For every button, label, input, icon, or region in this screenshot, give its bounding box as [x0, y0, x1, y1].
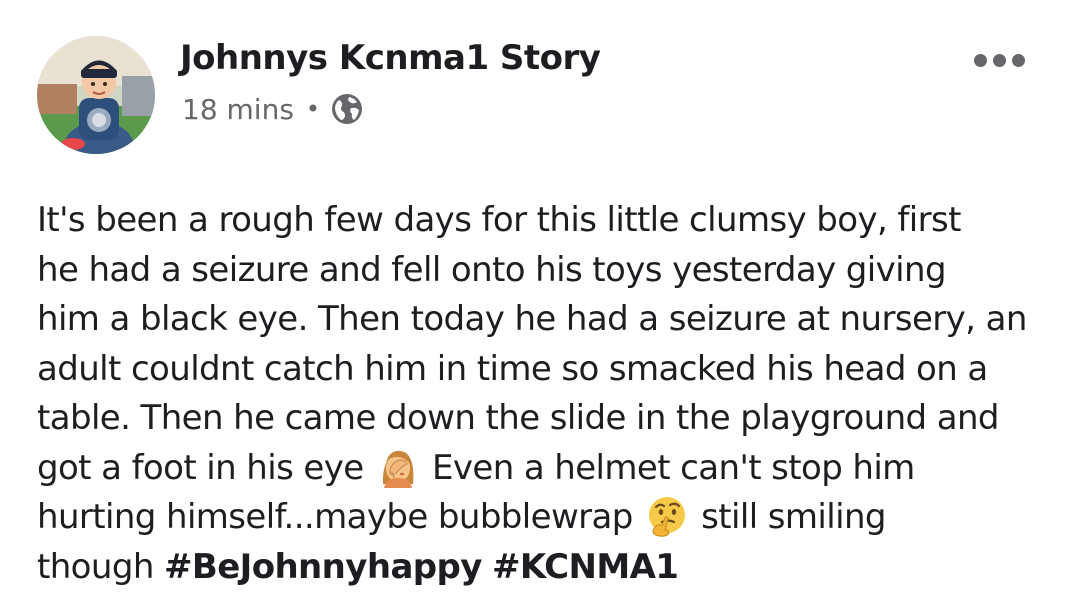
message-text: got a foot in his eye [37, 447, 374, 488]
hashtag-link[interactable]: #BeJohnnyhappy [164, 547, 482, 587]
message-line: though #BeJohnnyhappy #KCNMA1 [37, 543, 1047, 593]
thinking-face-emoji [645, 494, 689, 538]
message-text: Even a helmet can't stop him [421, 447, 915, 488]
globe-icon[interactable] [330, 92, 364, 126]
meta-separator: • [305, 95, 321, 123]
message-line: It's been a rough few days for this litt… [37, 200, 961, 240]
message-line: table. Then he came down the slide in th… [37, 398, 1000, 438]
post-message: It's been a rough few days for this litt… [37, 196, 1047, 592]
message-text: still smiling [690, 497, 886, 537]
message-line: he had a seizure and fell onto his toys … [37, 249, 947, 290]
message-line: adult couldnt catch him in time so smack… [37, 348, 988, 389]
more-options-button[interactable] [968, 40, 1030, 80]
message-line: hurting himself...maybe bubblewrap still… [37, 493, 1047, 543]
post-card: Johnnys Kcnma1 Story 18 mins • It's been… [0, 0, 1080, 594]
message-line: got a foot in his eye Even a helmet can'… [37, 444, 1047, 494]
avatar[interactable] [37, 36, 155, 154]
author-name[interactable]: Johnnys Kcnma1 Story [180, 36, 601, 80]
hashtag-link[interactable]: #KCNMA1 [492, 547, 679, 587]
message-text: hurting himself...maybe bubblewrap [37, 497, 643, 537]
post-timestamp[interactable]: 18 mins [182, 93, 294, 126]
more-options-icon [973, 53, 987, 67]
post-meta: 18 mins • [182, 88, 364, 130]
face-palm-emoji [376, 444, 420, 488]
message-text: though [37, 546, 154, 587]
message-line: him a black eye. Then today he had a sei… [37, 299, 1027, 339]
avatar-photo [37, 36, 155, 154]
